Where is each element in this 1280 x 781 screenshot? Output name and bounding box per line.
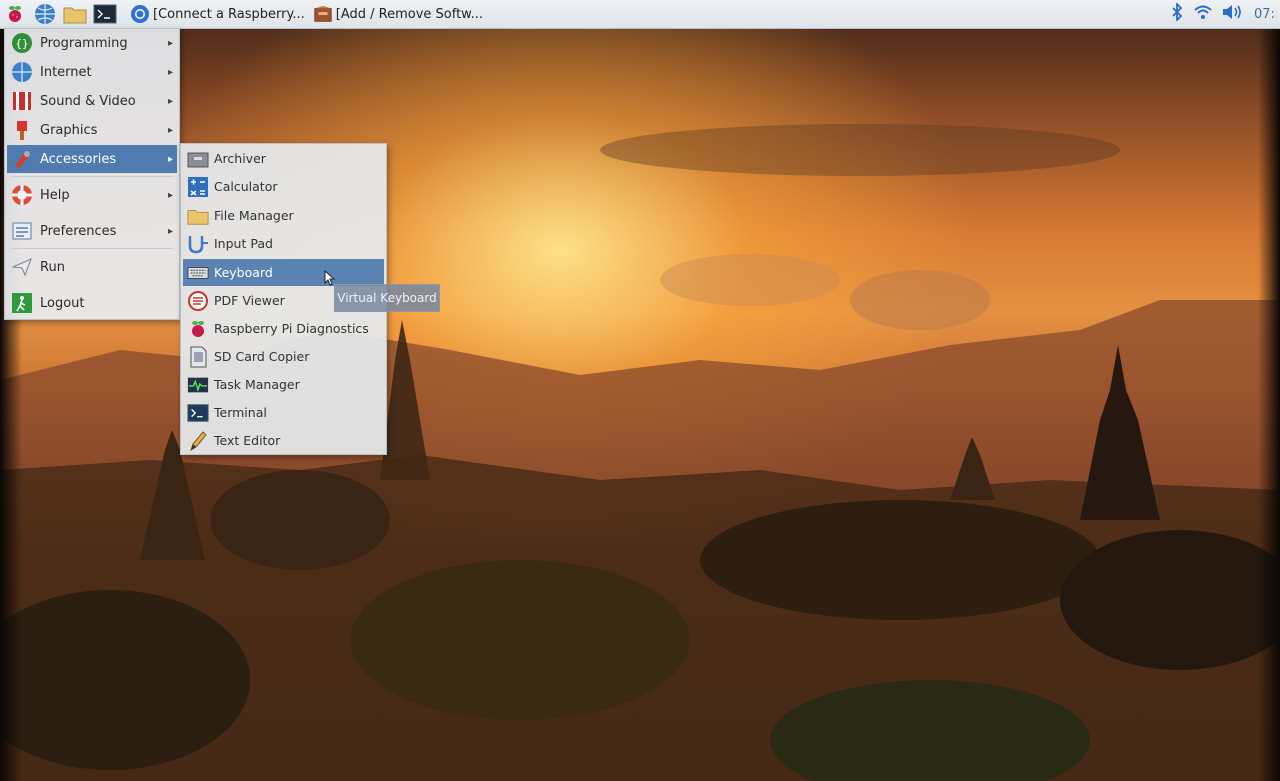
submenu-item-label: PDF Viewer bbox=[214, 293, 285, 308]
menu-item-label: Internet bbox=[40, 64, 92, 80]
wifi-icon[interactable] bbox=[1194, 4, 1212, 24]
submenu-item-calculator[interactable]: Calculator bbox=[183, 173, 384, 200]
accessories-icon bbox=[10, 147, 34, 171]
web-browser-icon[interactable] bbox=[30, 1, 60, 27]
submenu-item-label: Input Pad bbox=[214, 236, 273, 251]
menu-separator bbox=[11, 176, 173, 177]
clock[interactable]: 07:3 bbox=[1254, 7, 1276, 22]
raspberry-icon bbox=[187, 318, 209, 340]
taskbar-window-title: [Add / Remove Softw... bbox=[335, 6, 484, 22]
sound-video-icon bbox=[10, 89, 34, 113]
submenu-item-text-editor[interactable]: Text Editor bbox=[183, 427, 384, 454]
system-tray: 07:3 bbox=[1170, 0, 1280, 28]
menu-item-internet[interactable]: Internet ▸ bbox=[7, 58, 177, 86]
volume-icon[interactable] bbox=[1222, 4, 1244, 24]
screen-bezel-right bbox=[1258, 0, 1280, 781]
terminal-icon[interactable] bbox=[90, 1, 120, 27]
menu-item-label: Accessories bbox=[40, 151, 117, 167]
taskbar-window-button[interactable]: [Add / Remove Softw... bbox=[309, 2, 487, 26]
preferences-icon bbox=[10, 219, 34, 243]
file-manager-icon[interactable] bbox=[60, 1, 90, 27]
menu-item-help[interactable]: Help ▸ bbox=[7, 181, 177, 209]
submenu-item-label: Task Manager bbox=[214, 377, 300, 392]
programming-icon: {} bbox=[10, 31, 34, 55]
chevron-right-icon: ▸ bbox=[167, 124, 173, 136]
submenu-item-input-pad[interactable]: Input Pad bbox=[183, 230, 384, 257]
submenu-item-label: File Manager bbox=[214, 208, 294, 223]
chevron-right-icon: ▸ bbox=[167, 189, 173, 201]
submenu-item-label: Archiver bbox=[214, 151, 266, 166]
chevron-right-icon: ▸ bbox=[167, 66, 173, 78]
graphics-icon bbox=[10, 118, 34, 142]
tooltip: Virtual Keyboard bbox=[334, 284, 440, 312]
submenu-item-archiver[interactable]: Archiver bbox=[183, 145, 384, 172]
sd-card-icon bbox=[187, 346, 209, 368]
logout-icon bbox=[10, 291, 34, 315]
menu-item-label: Run bbox=[40, 259, 65, 275]
submenu-item-label: Keyboard bbox=[214, 265, 273, 280]
chevron-right-icon: ▸ bbox=[167, 37, 173, 49]
menu-item-label: Help bbox=[40, 187, 70, 203]
text-editor-icon bbox=[187, 430, 209, 452]
menu-separator bbox=[11, 248, 173, 249]
terminal-icon bbox=[187, 402, 209, 424]
input-pad-icon bbox=[187, 233, 209, 255]
menu-item-label: Graphics bbox=[40, 122, 98, 138]
menu-item-accessories[interactable]: Accessories ▸ bbox=[7, 145, 177, 173]
raspberry-icon[interactable] bbox=[0, 1, 30, 27]
submenu-item-task-manager[interactable]: Task Manager bbox=[183, 371, 384, 398]
help-icon bbox=[10, 183, 34, 207]
chromium-icon bbox=[130, 4, 150, 24]
software-icon bbox=[313, 4, 333, 24]
menu-item-preferences[interactable]: Preferences ▸ bbox=[7, 217, 177, 245]
submenu-item-keyboard[interactable]: Keyboard bbox=[183, 259, 384, 286]
submenu-item-label: Calculator bbox=[214, 179, 278, 194]
submenu-item-label: Raspberry Pi Diagnostics bbox=[214, 321, 369, 336]
menu-item-label: Programming bbox=[40, 35, 128, 51]
internet-icon bbox=[10, 60, 34, 84]
submenu-item-raspberry-pi-diagnostics[interactable]: Raspberry Pi Diagnostics bbox=[183, 315, 384, 342]
calculator-icon bbox=[187, 176, 209, 198]
taskbar: [Connect a Raspberry... [Add / Remove So… bbox=[0, 0, 1280, 29]
run-icon bbox=[10, 255, 34, 279]
taskbar-window-button[interactable]: [Connect a Raspberry... bbox=[126, 2, 309, 26]
archiver-icon bbox=[187, 148, 209, 170]
menu-item-sound-video[interactable]: Sound & Video ▸ bbox=[7, 87, 177, 115]
menu-item-label: Sound & Video bbox=[40, 93, 136, 109]
submenu-item-label: Terminal bbox=[214, 405, 267, 420]
chevron-right-icon: ▸ bbox=[167, 225, 173, 237]
pdf-viewer-icon bbox=[187, 290, 209, 312]
submenu-item-file-manager[interactable]: File Manager bbox=[183, 202, 384, 229]
menu-item-graphics[interactable]: Graphics ▸ bbox=[7, 116, 177, 144]
application-menu: {} Programming ▸ Internet ▸ Sound & Vide… bbox=[4, 28, 180, 320]
svg-text:{}: {} bbox=[15, 37, 28, 50]
chevron-right-icon: ▸ bbox=[167, 95, 173, 107]
menu-item-programming[interactable]: {} Programming ▸ bbox=[7, 29, 177, 57]
keyboard-icon bbox=[187, 262, 209, 284]
submenu-item-terminal[interactable]: Terminal bbox=[183, 399, 384, 426]
bluetooth-icon[interactable] bbox=[1170, 1, 1184, 25]
submenu-item-label: Text Editor bbox=[214, 433, 281, 448]
menu-item-label: Preferences bbox=[40, 223, 117, 239]
submenu-item-sd-card-copier[interactable]: SD Card Copier bbox=[183, 343, 384, 370]
menu-item-run[interactable]: Run bbox=[7, 253, 177, 281]
taskbar-window-title: [Connect a Raspberry... bbox=[153, 6, 305, 22]
folder-icon bbox=[187, 205, 209, 227]
menu-item-label: Logout bbox=[40, 295, 85, 311]
menu-item-logout[interactable]: Logout bbox=[7, 289, 177, 317]
chevron-right-icon: ▸ bbox=[167, 153, 173, 165]
submenu-item-label: SD Card Copier bbox=[214, 349, 310, 364]
task-manager-icon bbox=[187, 374, 209, 396]
mouse-cursor-icon bbox=[324, 270, 336, 286]
